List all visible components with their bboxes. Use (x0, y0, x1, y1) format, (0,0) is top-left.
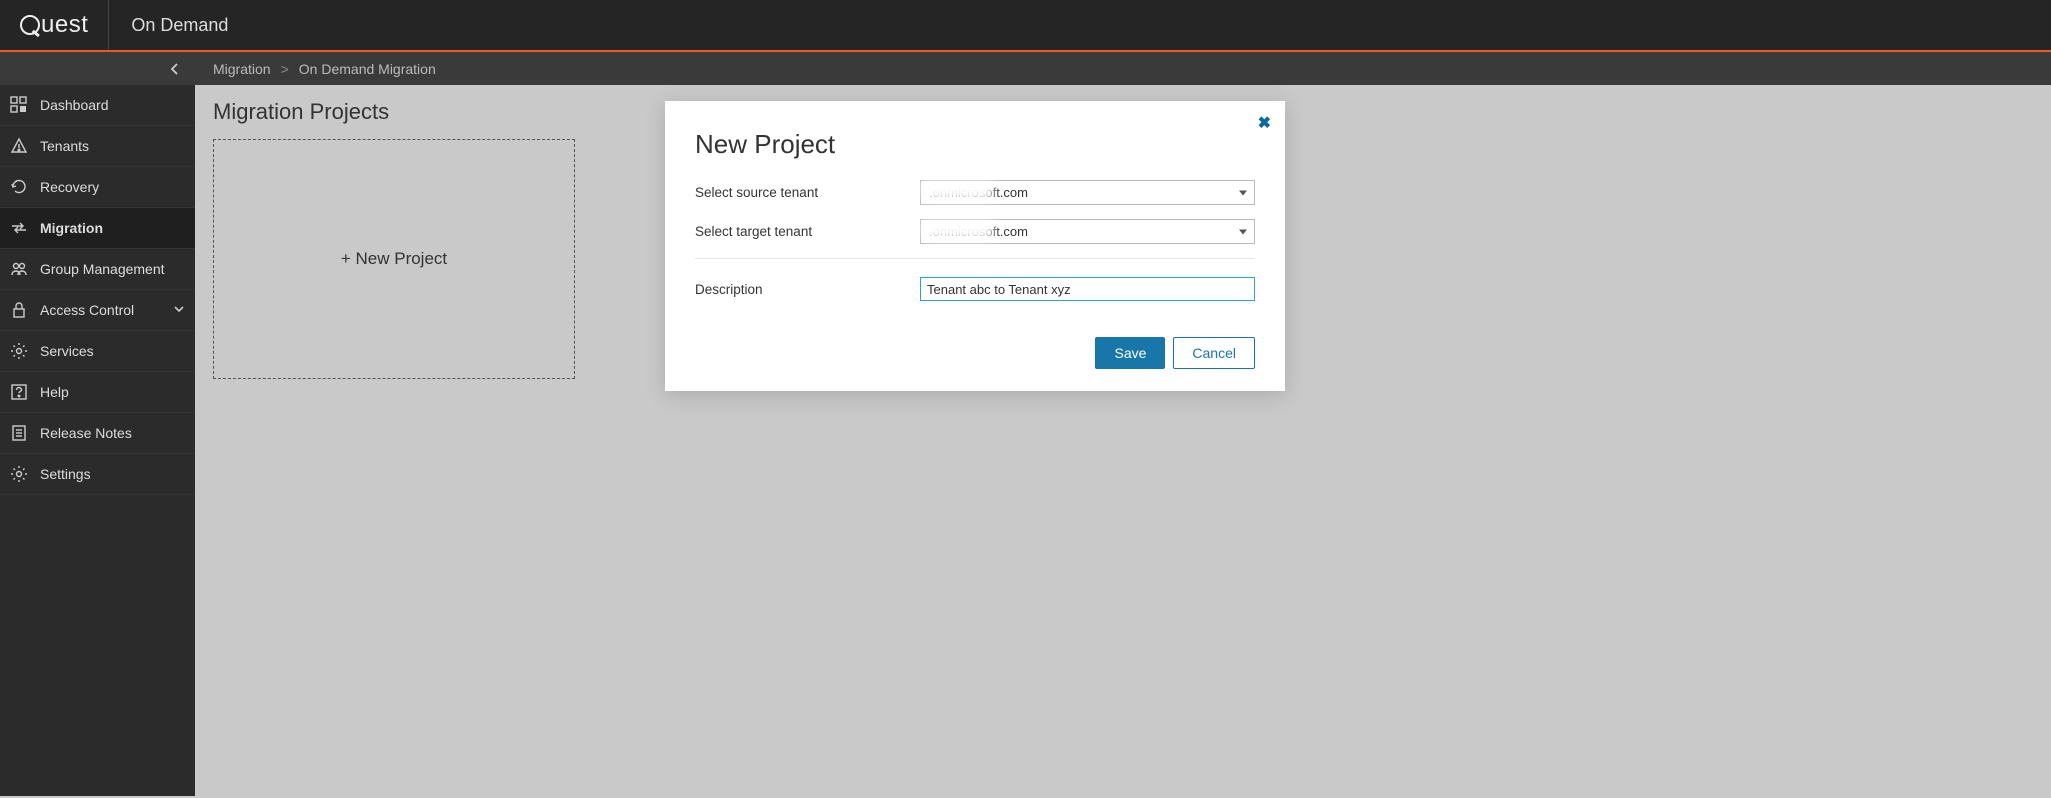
redacted-mask (923, 221, 993, 239)
description-label: Description (695, 282, 920, 297)
modal-title: New Project (695, 129, 1255, 160)
sidebar-label: Release Notes (40, 425, 132, 441)
sidebar-item-recovery[interactable]: Recovery (0, 167, 195, 208)
help-icon (10, 383, 28, 401)
sidebar-label: Dashboard (40, 97, 109, 113)
topbar: uest On Demand (0, 0, 2051, 52)
warning-icon (10, 137, 28, 155)
sidebar-item-help[interactable]: Help (0, 372, 195, 413)
recovery-icon (10, 178, 28, 196)
sidebar-label: Tenants (40, 138, 89, 154)
migration-icon (10, 219, 28, 237)
notes-icon (10, 424, 28, 442)
sidebar: Dashboard Tenants Recovery Migration Gro (0, 52, 195, 796)
breadcrumb-separator: > (281, 61, 289, 77)
cancel-button[interactable]: Cancel (1173, 337, 1255, 369)
sidebar-label: Help (40, 384, 69, 400)
logo-text: uest (41, 11, 88, 39)
save-button[interactable]: Save (1095, 337, 1165, 369)
sidebar-label: Group Management (40, 261, 165, 277)
dashboard-icon (10, 96, 28, 114)
brand-logo[interactable]: uest (0, 0, 109, 50)
close-icon: ✖ (1258, 115, 1271, 132)
sidebar-item-access-control[interactable]: Access Control (0, 290, 195, 331)
group-icon (10, 260, 28, 278)
chevron-down-icon (173, 302, 185, 318)
sidebar-item-dashboard[interactable]: Dashboard (0, 85, 195, 126)
sidebar-label: Access Control (40, 302, 134, 318)
redacted-mask (923, 182, 993, 200)
sidebar-item-release-notes[interactable]: Release Notes (0, 413, 195, 454)
gear-icon (10, 342, 28, 360)
breadcrumb: Migration > On Demand Migration (195, 52, 2051, 85)
lock-icon (10, 301, 28, 319)
new-project-modal: ✖ New Project Select source tenant Selec… (665, 101, 1285, 391)
sidebar-label: Migration (40, 220, 103, 236)
source-tenant-label: Select source tenant (695, 185, 920, 200)
content-area: Migration > On Demand Migration Migratio… (195, 52, 2051, 796)
breadcrumb-level2[interactable]: On Demand Migration (299, 61, 436, 77)
breadcrumb-level1[interactable]: Migration (213, 61, 271, 77)
sidebar-collapse-button[interactable] (0, 52, 195, 85)
sidebar-item-tenants[interactable]: Tenants (0, 126, 195, 167)
new-project-tile-label: + New Project (341, 249, 447, 269)
sidebar-label: Services (40, 343, 94, 359)
product-name: On Demand (109, 15, 250, 36)
sidebar-item-services[interactable]: Services (0, 331, 195, 372)
new-project-tile[interactable]: + New Project (213, 139, 575, 379)
sidebar-item-settings[interactable]: Settings (0, 454, 195, 495)
chevron-left-icon (169, 63, 181, 75)
modal-close-button[interactable]: ✖ (1258, 113, 1271, 133)
description-input[interactable] (920, 277, 1255, 301)
sidebar-label: Settings (40, 466, 91, 482)
sidebar-item-migration[interactable]: Migration (0, 208, 195, 249)
target-tenant-label: Select target tenant (695, 224, 920, 239)
logo-q-icon (20, 15, 40, 35)
sidebar-label: Recovery (40, 179, 99, 195)
settings-icon (10, 465, 28, 483)
sidebar-item-group-management[interactable]: Group Management (0, 249, 195, 290)
